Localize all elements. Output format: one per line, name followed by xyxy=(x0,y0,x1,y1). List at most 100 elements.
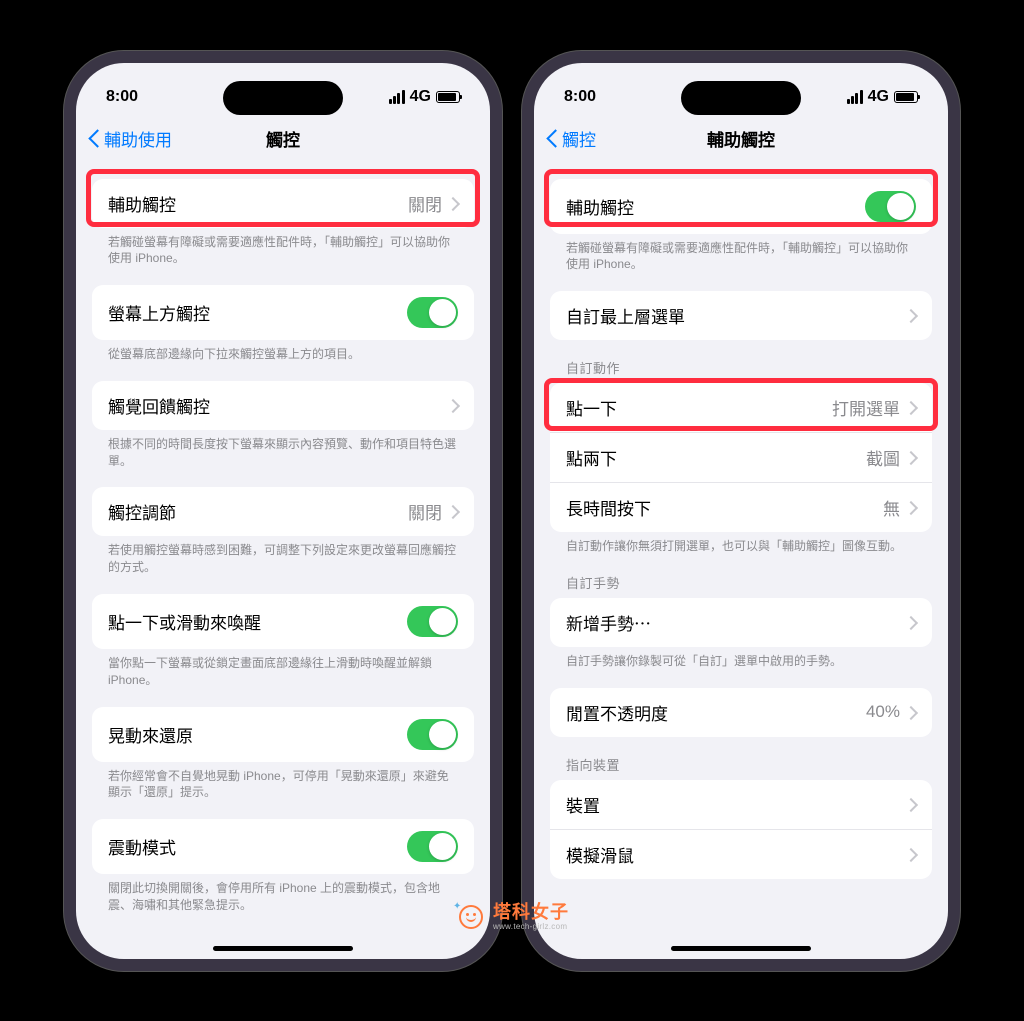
chevron-right-icon xyxy=(450,505,458,518)
home-indicator[interactable] xyxy=(671,946,811,951)
row-devices[interactable]: 裝置 xyxy=(550,780,932,830)
toggle-switch[interactable] xyxy=(407,719,458,750)
page-title: 觸控 xyxy=(266,126,300,151)
watermark-url: www.tech-girlz.com xyxy=(493,923,569,931)
row-value: 無 xyxy=(883,495,900,520)
group-custom-gestures: 自訂手勢 新增手勢⋯ 自訂手勢讓你錄製可從「自訂」選單中啟用的手勢。 xyxy=(550,573,932,670)
dynamic-island xyxy=(223,81,343,115)
home-indicator[interactable] xyxy=(213,946,353,951)
group-header: 指向裝置 xyxy=(550,755,932,780)
toggle-switch[interactable] xyxy=(407,831,458,862)
row-touch-accommodations[interactable]: 觸控調節 關閉 xyxy=(92,487,474,536)
network-label: 4G xyxy=(410,88,431,106)
status-right: 4G xyxy=(847,88,918,106)
watermark: ✦ 塔科女子 www.tech-girlz.com xyxy=(455,901,569,933)
row-label: 晃動來還原 xyxy=(108,722,407,747)
row-label: 輔助觸控 xyxy=(108,191,408,216)
chevron-left-icon xyxy=(88,129,100,149)
back-label: 觸控 xyxy=(562,126,596,151)
row-double-tap[interactable]: 點兩下 截圖 xyxy=(550,433,932,483)
row-value: 截圖 xyxy=(866,445,900,470)
row-label: 裝置 xyxy=(566,792,908,817)
back-button[interactable]: 輔助使用 xyxy=(88,126,172,151)
toggle-switch[interactable] xyxy=(407,606,458,637)
row-tap-to-wake[interactable]: 點一下或滑動來喚醒 xyxy=(92,594,474,649)
status-time: 8:00 xyxy=(106,88,138,106)
row-long-press[interactable]: 長時間按下 無 xyxy=(550,483,932,532)
group-pointing-devices: 指向裝置 裝置 模擬滑鼠 xyxy=(550,755,932,879)
group-header: 自訂手勢 xyxy=(550,573,932,598)
chevron-right-icon xyxy=(450,197,458,210)
row-label: 觸控調節 xyxy=(108,499,408,524)
row-reachability[interactable]: 螢幕上方觸控 xyxy=(92,285,474,340)
nav-bar: 輔助使用 觸控 xyxy=(76,117,490,161)
chevron-right-icon xyxy=(908,501,916,514)
status-right: 4G xyxy=(389,88,460,106)
row-label: 閒置不透明度 xyxy=(566,700,866,725)
footer-text: 根據不同的時間長度按下螢幕來顯示內容預覽、動作和項目特色選單。 xyxy=(92,430,474,470)
row-label: 震動模式 xyxy=(108,834,407,859)
row-new-gesture[interactable]: 新增手勢⋯ xyxy=(550,598,932,647)
watermark-icon: ✦ xyxy=(455,901,487,933)
footer-text: 若你經常會不自覺地晃動 iPhone，可停用「晃動來還原」來避免顯示「還原」提示… xyxy=(92,762,474,802)
row-label: 點一下或滑動來喚醒 xyxy=(108,609,407,634)
phone-left: 8:00 4G 輔助使用 觸控 輔助觸控 關閉 xyxy=(64,51,502,971)
signal-icon xyxy=(389,90,405,104)
chevron-right-icon xyxy=(908,706,916,719)
row-label: 長時間按下 xyxy=(566,495,883,520)
row-label: 螢幕上方觸控 xyxy=(108,300,407,325)
phone-right: 8:00 4G 觸控 輔助觸控 輔助觸控 xyxy=(522,51,960,971)
row-assistive-touch[interactable]: 輔助觸控 xyxy=(550,179,932,234)
row-label: 點一下 xyxy=(566,395,832,420)
status-time: 8:00 xyxy=(564,88,596,106)
row-label: 輔助觸控 xyxy=(566,194,865,219)
row-value: 40% xyxy=(866,702,900,722)
group-opacity: 閒置不透明度 40% xyxy=(550,688,932,737)
footer-text: 自訂動作讓你無須打開選單，也可以與「輔助觸控」圖像互動。 xyxy=(550,532,932,555)
group-reachability: 螢幕上方觸控 從螢幕底部邊緣向下拉來觸控螢幕上方的項目。 xyxy=(92,285,474,363)
content-right[interactable]: 輔助觸控 若觸碰螢幕有障礙或需要適應性配件時，「輔助觸控」可以協助你使用 iPh… xyxy=(534,161,948,959)
row-label: 自訂最上層選單 xyxy=(566,303,908,328)
row-shake-undo[interactable]: 晃動來還原 xyxy=(92,707,474,762)
group-assistive: 輔助觸控 關閉 若觸碰螢幕有障礙或需要適應性配件時，「輔助觸控」可以協助你使用 … xyxy=(92,179,474,268)
footer-text: 從螢幕底部邊緣向下拉來觸控螢幕上方的項目。 xyxy=(92,340,474,363)
group-haptic: 觸覺回饋觸控 根據不同的時間長度按下螢幕來顯示內容預覽、動作和項目特色選單。 xyxy=(92,381,474,470)
network-label: 4G xyxy=(868,88,889,106)
toggle-switch[interactable] xyxy=(407,297,458,328)
group-custom-actions: 自訂動作 點一下 打開選單 點兩下 截圖 長時間按下 無 xyxy=(550,358,932,555)
back-button[interactable]: 觸控 xyxy=(546,126,596,151)
dynamic-island xyxy=(681,81,801,115)
row-mouse-keys[interactable]: 模擬滑鼠 xyxy=(550,830,932,879)
row-customize-menu[interactable]: 自訂最上層選單 xyxy=(550,291,932,340)
row-haptic-touch[interactable]: 觸覺回饋觸控 xyxy=(92,381,474,430)
toggle-switch[interactable] xyxy=(865,191,916,222)
signal-icon xyxy=(847,90,863,104)
row-assistive-touch[interactable]: 輔助觸控 關閉 xyxy=(92,179,474,228)
footer-text: 若觸碰螢幕有障礙或需要適應性配件時，「輔助觸控」可以協助你使用 iPhone。 xyxy=(550,234,932,274)
chevron-left-icon xyxy=(546,129,558,149)
screen-left: 8:00 4G 輔助使用 觸控 輔助觸控 關閉 xyxy=(76,63,490,959)
row-label: 觸覺回饋觸控 xyxy=(108,393,450,418)
row-single-tap[interactable]: 點一下 打開選單 xyxy=(550,383,932,433)
battery-icon xyxy=(894,91,918,103)
screen-right: 8:00 4G 觸控 輔助觸控 輔助觸控 xyxy=(534,63,948,959)
row-label: 新增手勢⋯ xyxy=(566,610,908,635)
footer-text: 關閉此切換開關後，會停用所有 iPhone 上的震動模式，包含地震、海嘯和其他緊… xyxy=(92,874,474,914)
chevron-right-icon xyxy=(908,798,916,811)
page-title: 輔助觸控 xyxy=(707,126,775,151)
group-topmenu: 自訂最上層選單 xyxy=(550,291,932,340)
row-idle-opacity[interactable]: 閒置不透明度 40% xyxy=(550,688,932,737)
chevron-right-icon xyxy=(908,309,916,322)
chevron-right-icon xyxy=(908,616,916,629)
battery-icon xyxy=(436,91,460,103)
group-vibration: 震動模式 關閉此切換開關後，會停用所有 iPhone 上的震動模式，包含地震、海… xyxy=(92,819,474,914)
row-label: 模擬滑鼠 xyxy=(566,842,908,867)
footer-text: 若使用觸控螢幕時感到困難，可調整下列設定來更改螢幕回應觸控的方式。 xyxy=(92,536,474,576)
content-left[interactable]: 輔助觸控 關閉 若觸碰螢幕有障礙或需要適應性配件時，「輔助觸控」可以協助你使用 … xyxy=(76,161,490,959)
row-vibration[interactable]: 震動模式 xyxy=(92,819,474,874)
nav-bar: 觸控 輔助觸控 xyxy=(534,117,948,161)
chevron-right-icon xyxy=(908,401,916,414)
group-shake: 晃動來還原 若你經常會不自覺地晃動 iPhone，可停用「晃動來還原」來避免顯示… xyxy=(92,707,474,802)
footer-text: 若觸碰螢幕有障礙或需要適應性配件時，「輔助觸控」可以協助你使用 iPhone。 xyxy=(92,228,474,268)
chevron-right-icon xyxy=(908,848,916,861)
